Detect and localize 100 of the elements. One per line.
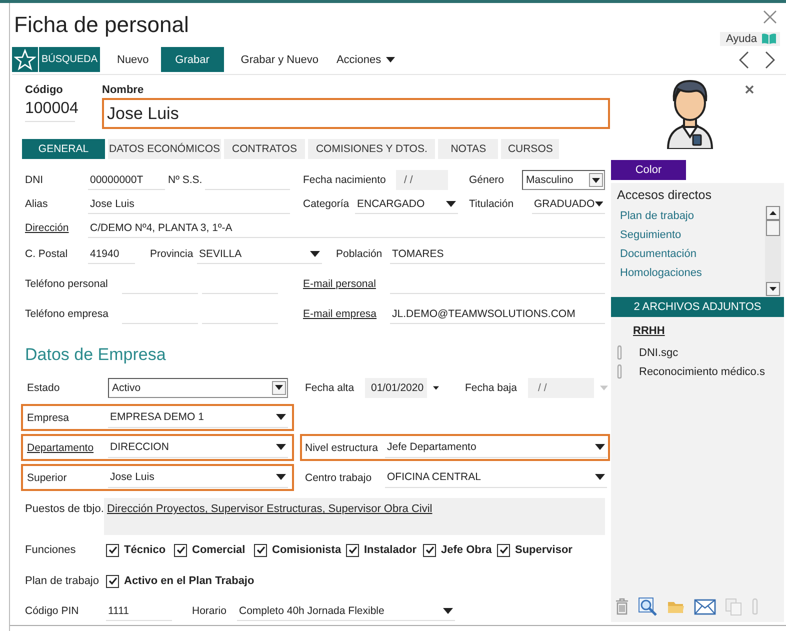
panel-title: Accesos directos [617, 188, 712, 202]
favorite-button[interactable] [12, 47, 38, 72]
scroll-down-button[interactable] [766, 282, 780, 296]
field-link[interactable]: Dirección [25, 218, 88, 238]
checkbox-label: Comisionista [272, 544, 342, 556]
caret-icon [443, 608, 453, 614]
field-label: Plan de trabajo [25, 575, 99, 587]
file-name[interactable]: DNI.sgc [639, 346, 678, 358]
shortcut-link[interactable]: Plan de trabajo [620, 210, 702, 222]
save-button[interactable]: Grabar [160, 47, 224, 72]
dropdown[interactable]: Activo [108, 378, 288, 398]
field-label: Género [469, 173, 506, 188]
field-link[interactable]: Departamento [27, 438, 108, 458]
color-button[interactable]: Color [611, 160, 686, 180]
dropdown[interactable]: OFICINA CENTRAL [385, 468, 607, 488]
checkbox[interactable] [174, 544, 187, 556]
star-icon [14, 48, 36, 70]
dropdown[interactable]: Masculino [522, 170, 605, 190]
field-label: Nivel estructura [305, 440, 379, 456]
text-field[interactable]: Jose Luis [88, 194, 290, 214]
checkbox[interactable] [497, 544, 510, 556]
field-label: Población [336, 247, 384, 262]
dropdown[interactable]: Jose Luis [108, 468, 288, 488]
dropdown[interactable]: DIRECCION [108, 438, 288, 458]
caret-icon [594, 200, 603, 206]
close-icon[interactable] [763, 10, 777, 24]
dropdown[interactable]: Jefe Departamento [385, 438, 607, 458]
tab[interactable]: NOTAS [438, 139, 498, 159]
field-link[interactable]: E-mail empresa [303, 304, 390, 324]
tab[interactable]: GENERAL [22, 139, 105, 159]
scroll-thumb[interactable] [766, 220, 780, 236]
checkbox-label: Activo en el Plan Trabajo [124, 575, 254, 587]
field-label: Superior [27, 470, 68, 486]
caret-icon [600, 384, 608, 390]
dropdown[interactable]: EMPRESA DEMO 1 [108, 408, 288, 428]
checkbox-label: Jefe Obra [441, 544, 492, 556]
date-field[interactable]: / / [396, 170, 448, 190]
caret-icon [276, 474, 286, 480]
paperclip-icon[interactable] [751, 598, 759, 615]
scrollbar[interactable] [765, 206, 781, 296]
caret-icon [310, 250, 320, 256]
dropdown[interactable]: GRADUADO [532, 194, 605, 214]
name-field[interactable]: Jose Luis [102, 98, 610, 129]
text-field[interactable]: 1111 [106, 601, 172, 621]
tab[interactable]: CONTRATOS [224, 139, 305, 159]
positions-field[interactable]: Dirección Proyectos, Supervisor Estructuras, Supervisor Obra Civil [104, 498, 605, 535]
caret-icon [595, 444, 605, 450]
field-label: Puestos de tbjo. [25, 503, 104, 515]
field-label: Estado [27, 380, 61, 396]
checkbox[interactable] [346, 544, 359, 556]
field-label: Empresa [27, 410, 70, 426]
search-icon[interactable] [638, 597, 658, 616]
checkbox-label: Comercial [192, 544, 246, 556]
tab[interactable]: COMISIONES Y DTOS. [308, 139, 436, 159]
shortcut-link[interactable]: Homologaciones [620, 267, 702, 279]
shortcut-link[interactable]: Documentación [620, 248, 702, 260]
shortcut-link[interactable]: Seguimiento [620, 229, 702, 241]
paperclip-icon [616, 364, 623, 379]
actions-menu[interactable]: Acciones [331, 47, 400, 72]
dropdown[interactable]: SEVILLA [197, 244, 322, 264]
field-label: Fecha nacimiento [303, 173, 387, 188]
close-icon[interactable] [745, 85, 754, 94]
text-field[interactable]: 00000000T [88, 170, 165, 190]
caret-icon [276, 444, 286, 450]
folder-label[interactable]: RRHH [633, 325, 665, 337]
checkbox[interactable] [254, 544, 267, 556]
paperclip-icon [616, 345, 623, 360]
text-field[interactable]: C/DEMO Nº4, PLANTA 3, 1º-A [88, 218, 605, 238]
text-field[interactable]: JL.DEMO@TEAMWSOLUTIONS.COM [390, 304, 605, 324]
toolbar-button[interactable]: Grabar y Nuevo [230, 47, 330, 72]
dropdown[interactable]: Completo 40h Jornada Flexible [237, 601, 455, 621]
positions-link[interactable]: Dirección Proyectos, Supervisor Estructuras, Supervisor Obra Civil [107, 503, 432, 515]
field-label: Teléfono personal [25, 277, 109, 292]
mail-icon[interactable] [694, 598, 716, 614]
help-button[interactable]: Ayuda [720, 32, 780, 46]
file-name[interactable]: Reconocimiento médico.s [639, 366, 765, 378]
caret-icon [386, 56, 396, 62]
field-label: Titulación [469, 197, 515, 212]
checkbox[interactable] [106, 544, 119, 556]
dropdown[interactable]: ENCARGADO [355, 194, 458, 214]
text-field[interactable]: TOMARES [390, 244, 605, 264]
field-label: Centro trabajo [305, 470, 373, 486]
field-link[interactable]: E-mail personal [303, 274, 390, 294]
scroll-up-button[interactable] [766, 206, 780, 220]
checkbox[interactable] [423, 544, 436, 556]
field-label: Funciones [25, 544, 76, 556]
search-button[interactable]: BÚSQUEDA [39, 47, 100, 72]
previous-icon[interactable] [738, 50, 750, 68]
field-label: Fecha alta [305, 380, 356, 396]
next-icon[interactable] [764, 50, 776, 68]
section-title: Datos de Empresa [25, 345, 167, 366]
trash-icon[interactable] [615, 598, 629, 615]
tab[interactable]: CURSOS [501, 139, 560, 159]
field-label: DNI [25, 173, 44, 188]
checkbox[interactable] [106, 574, 119, 588]
field-label: Código [25, 84, 64, 96]
tab[interactable]: DATOS ECONÓMICOS [108, 139, 221, 159]
toolbar-button[interactable]: Nuevo [106, 47, 160, 72]
text-field[interactable]: 41940 [88, 244, 135, 264]
field-label: Alias [25, 197, 49, 212]
